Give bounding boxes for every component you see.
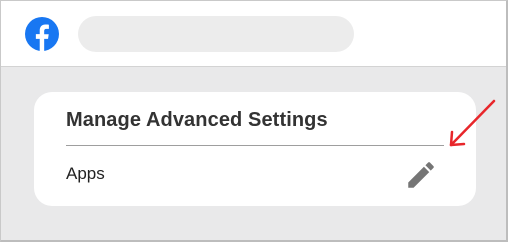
app-window: Manage Advanced Settings Apps: [0, 0, 508, 242]
red-arrow-icon: [449, 99, 496, 147]
pencil-edit-icon[interactable]: [404, 158, 438, 192]
search-input[interactable]: [78, 16, 354, 52]
top-bar: [1, 1, 506, 67]
facebook-logo-icon[interactable]: [25, 17, 59, 51]
settings-row-apps[interactable]: Apps: [66, 146, 444, 196]
card-title: Manage Advanced Settings: [66, 109, 328, 131]
advanced-settings-card: Manage Advanced Settings Apps: [34, 92, 476, 206]
apps-label: Apps: [66, 164, 105, 183]
